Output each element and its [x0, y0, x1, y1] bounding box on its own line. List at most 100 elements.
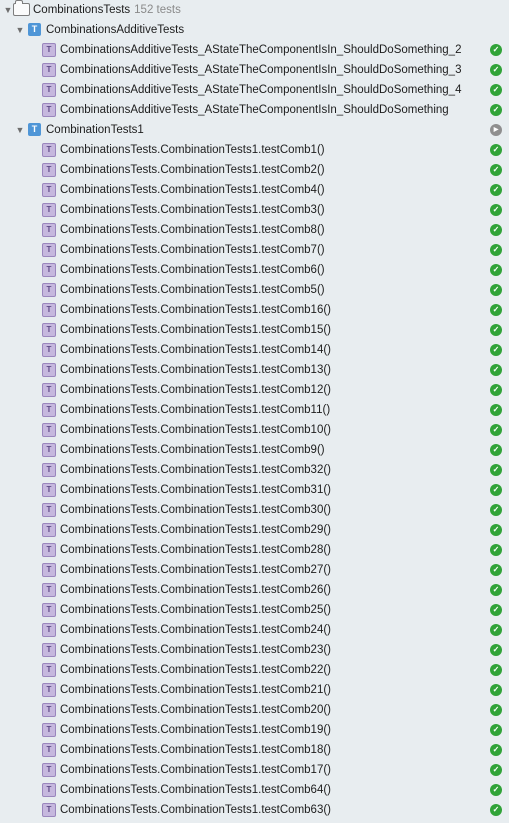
test-passed-icon[interactable]: ✓: [490, 724, 502, 736]
test-passed-icon[interactable]: ✓: [490, 364, 502, 376]
test-passed-icon[interactable]: ✓: [490, 344, 502, 356]
test-passed-icon[interactable]: ✓: [490, 164, 502, 176]
test-passed-icon[interactable]: ✓: [490, 664, 502, 676]
test-label: CombinationsTests.CombinationTests1.test…: [60, 444, 325, 456]
test-row[interactable]: T CombinationsTests.CombinationTests1.tes…: [0, 380, 509, 400]
test-passed-icon[interactable]: ✓: [490, 204, 502, 216]
test-row[interactable]: T CombinationsTests.CombinationTests1.tes…: [0, 600, 509, 620]
test-row[interactable]: T CombinationsTests.CombinationTests1.tes…: [0, 760, 509, 780]
test-passed-icon[interactable]: ✓: [490, 504, 502, 516]
test-passed-icon[interactable]: ✓: [490, 484, 502, 496]
test-passed-icon[interactable]: ✓: [490, 444, 502, 456]
test-passed-icon[interactable]: ✓: [490, 64, 502, 76]
test-label: CombinationsAdditiveTests_AStateTheCompo…: [60, 104, 449, 116]
test-navigator-tree: ▼ CombinationsTests 152 tests ▼ T Combinati…: [0, 0, 509, 820]
test-method-icon: T: [42, 723, 56, 737]
test-passed-icon[interactable]: ✓: [490, 144, 502, 156]
test-row[interactable]: T CombinationsTests.CombinationTests1.tes…: [0, 360, 509, 380]
test-class-row[interactable]: ▼ T CombinationTests1 ▶: [0, 120, 509, 140]
test-row[interactable]: T CombinationsTests.CombinationTests1.tes…: [0, 220, 509, 240]
test-row[interactable]: T CombinationsTests.CombinationTests1.tes…: [0, 440, 509, 460]
test-passed-icon[interactable]: ✓: [490, 704, 502, 716]
test-passed-icon[interactable]: ✓: [490, 264, 502, 276]
test-row[interactable]: T CombinationsTests.CombinationTests1.tes…: [0, 260, 509, 280]
test-row[interactable]: T CombinationsTests.CombinationTests1.tes…: [0, 500, 509, 520]
test-row[interactable]: T CombinationsTests.CombinationTests1.tes…: [0, 400, 509, 420]
test-method-icon: T: [42, 683, 56, 697]
test-row[interactable]: T CombinationsTests.CombinationTests1.tes…: [0, 320, 509, 340]
disclosure-triangle-icon[interactable]: ▼: [15, 120, 25, 140]
test-label: CombinationsTests.CombinationTests1.test…: [60, 724, 332, 736]
test-passed-icon[interactable]: ✓: [490, 324, 502, 336]
test-passed-icon[interactable]: ✓: [490, 304, 502, 316]
test-row[interactable]: T CombinationsTests.CombinationTests1.tes…: [0, 580, 509, 600]
test-row[interactable]: T CombinationsTests.CombinationTests1.tes…: [0, 280, 509, 300]
test-row[interactable]: T CombinationsTests.CombinationTests1.tes…: [0, 200, 509, 220]
test-row[interactable]: T CombinationsTests.CombinationTests1.tes…: [0, 520, 509, 540]
test-row[interactable]: T CombinationsAdditiveTests_AStateTheComp…: [0, 100, 509, 120]
test-label: CombinationsTests.CombinationTests1.test…: [60, 484, 332, 496]
test-row[interactable]: T CombinationsTests.CombinationTests1.tes…: [0, 640, 509, 660]
test-class-label: CombinationTests1: [46, 124, 144, 136]
test-row[interactable]: T CombinationsTests.CombinationTests1.tes…: [0, 460, 509, 480]
test-row[interactable]: T CombinationsTests.CombinationTests1.tes…: [0, 680, 509, 700]
test-row[interactable]: T CombinationsTests.CombinationTests1.tes…: [0, 740, 509, 760]
test-passed-icon[interactable]: ✓: [490, 524, 502, 536]
test-passed-icon[interactable]: ✓: [490, 84, 502, 96]
root-row[interactable]: ▼ CombinationsTests 152 tests: [0, 0, 509, 20]
test-row[interactable]: T CombinationsAdditiveTests_AStateTheComp…: [0, 60, 509, 80]
test-method-icon: T: [42, 83, 56, 97]
test-passed-icon[interactable]: ✓: [490, 764, 502, 776]
test-passed-icon[interactable]: ✓: [490, 604, 502, 616]
test-label: CombinationsTests.CombinationTests1.test…: [60, 684, 332, 696]
test-passed-icon[interactable]: ✓: [490, 404, 502, 416]
test-passed-icon[interactable]: ✓: [490, 804, 502, 816]
test-row[interactable]: T CombinationsTests.CombinationTests1.tes…: [0, 180, 509, 200]
test-passed-icon[interactable]: ✓: [490, 244, 502, 256]
test-class-label: CombinationsAdditiveTests: [46, 24, 185, 36]
test-passed-icon[interactable]: ✓: [490, 784, 502, 796]
test-label: CombinationsTests.CombinationTests1.test…: [60, 344, 332, 356]
test-row[interactable]: T CombinationsAdditiveTests_AStateTheComp…: [0, 40, 509, 60]
test-passed-icon[interactable]: ✓: [490, 424, 502, 436]
test-passed-icon[interactable]: ✓: [490, 384, 502, 396]
test-method-icon: T: [42, 263, 56, 277]
test-row[interactable]: T CombinationsTests.CombinationTests1.tes…: [0, 540, 509, 560]
disclosure-triangle-icon[interactable]: ▼: [15, 20, 25, 40]
run-test-icon[interactable]: ▶: [490, 124, 502, 136]
disclosure-triangle-icon[interactable]: ▼: [3, 0, 13, 20]
test-row[interactable]: T CombinationsTests.CombinationTests1.tes…: [0, 340, 509, 360]
test-passed-icon[interactable]: ✓: [490, 464, 502, 476]
test-passed-icon[interactable]: ✓: [490, 624, 502, 636]
test-passed-icon[interactable]: ✓: [490, 44, 502, 56]
test-passed-icon[interactable]: ✓: [490, 644, 502, 656]
test-row[interactable]: T CombinationsTests.CombinationTests1.tes…: [0, 140, 509, 160]
test-method-icon: T: [42, 283, 56, 297]
test-method-icon: T: [42, 143, 56, 157]
test-passed-icon[interactable]: ✓: [490, 544, 502, 556]
test-row[interactable]: T CombinationsTests.CombinationTests1.tes…: [0, 480, 509, 500]
test-passed-icon[interactable]: ✓: [490, 224, 502, 236]
test-count: 152 tests: [134, 4, 181, 16]
test-method-icon: T: [42, 463, 56, 477]
test-row[interactable]: T CombinationsTests.CombinationTests1.tes…: [0, 240, 509, 260]
test-row[interactable]: T CombinationsAdditiveTests_AStateTheComp…: [0, 80, 509, 100]
test-passed-icon[interactable]: ✓: [490, 564, 502, 576]
test-row[interactable]: T CombinationsTests.CombinationTests1.tes…: [0, 720, 509, 740]
test-passed-icon[interactable]: ✓: [490, 684, 502, 696]
test-row[interactable]: T CombinationsTests.CombinationTests1.tes…: [0, 780, 509, 800]
test-row[interactable]: T CombinationsTests.CombinationTests1.tes…: [0, 620, 509, 640]
test-row[interactable]: T CombinationsTests.CombinationTests1.tes…: [0, 420, 509, 440]
test-row[interactable]: T CombinationsTests.CombinationTests1.tes…: [0, 560, 509, 580]
test-row[interactable]: T CombinationsTests.CombinationTests1.tes…: [0, 800, 509, 820]
test-row[interactable]: T CombinationsTests.CombinationTests1.tes…: [0, 160, 509, 180]
test-row[interactable]: T CombinationsTests.CombinationTests1.tes…: [0, 700, 509, 720]
test-passed-icon[interactable]: ✓: [490, 104, 502, 116]
test-passed-icon[interactable]: ✓: [490, 284, 502, 296]
test-passed-icon[interactable]: ✓: [490, 584, 502, 596]
test-row[interactable]: T CombinationsTests.CombinationTests1.tes…: [0, 660, 509, 680]
test-class-row[interactable]: ▼ T CombinationsAdditiveTests: [0, 20, 509, 40]
test-row[interactable]: T CombinationsTests.CombinationTests1.tes…: [0, 300, 509, 320]
test-passed-icon[interactable]: ✓: [490, 744, 502, 756]
test-passed-icon[interactable]: ✓: [490, 184, 502, 196]
